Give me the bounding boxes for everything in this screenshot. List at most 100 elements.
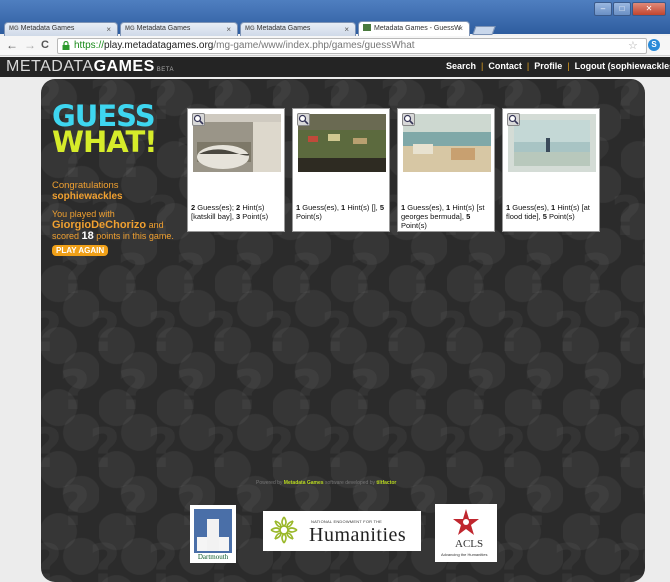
question-mark-decoration: ? xyxy=(41,533,62,582)
question-mark-decoration: ? xyxy=(523,475,554,538)
game-title: GUESS WHAT! xyxy=(52,99,157,159)
result-image[interactable] xyxy=(403,114,491,172)
username: sophiewackles xyxy=(52,191,123,202)
result-card: 1 Guess(es), 1 Hint(s) [st georges bermu… xyxy=(397,108,495,232)
result-card: 2 Guess(es); 2 Hint(s) [katskill bay], 3… xyxy=(187,108,285,232)
question-mark-decoration: ? xyxy=(639,127,645,190)
question-mark-decoration: ? xyxy=(41,301,62,364)
browser-tab[interactable]: MG Metadata Games × xyxy=(240,22,356,36)
question-mark-decoration: ? xyxy=(349,359,380,422)
question-mark-decoration: ? xyxy=(175,243,206,306)
close-icon[interactable]: × xyxy=(106,25,111,34)
question-mark-decoration: ? xyxy=(291,359,322,422)
question-mark-decoration: ? xyxy=(495,417,526,480)
question-mark-decoration: ? xyxy=(465,243,496,306)
close-icon[interactable]: × xyxy=(458,24,463,33)
metadata-games-link[interactable]: Metadata Games xyxy=(284,480,324,486)
browser-tabstrip: MG Metadata Games × MG Metadata Games × MG… xyxy=(0,0,670,36)
nav-search-link[interactable]: Search xyxy=(446,61,476,71)
dartmouth-logo[interactable]: Dartmouth xyxy=(190,505,236,563)
question-mark-decoration: ? xyxy=(495,533,526,582)
question-mark-decoration: ? xyxy=(611,185,642,248)
score-points: 18 xyxy=(81,230,94,242)
nav-contact-link[interactable]: Contact xyxy=(488,61,522,71)
result-caption: 1 Guess(es), 1 Hint(s) [st georges bermu… xyxy=(401,203,485,230)
question-mark-decoration: ? xyxy=(321,417,352,480)
acls-logo[interactable]: ACLS Advancing the Humanities xyxy=(435,504,497,562)
question-mark-decoration: ? xyxy=(117,359,148,422)
question-mark-decoration: ? xyxy=(523,359,554,422)
question-mark-decoration: ? xyxy=(639,475,645,538)
back-button[interactable]: ← xyxy=(6,38,18,52)
browser-tab-active[interactable]: Metadata Games - GuessW × xyxy=(358,21,470,36)
acls-star-icon xyxy=(453,509,479,535)
question-mark-decoration: ? xyxy=(59,359,90,422)
page-body: ????????????????????????????????????????… xyxy=(0,77,670,582)
forward-button[interactable]: → xyxy=(24,38,36,52)
address-bar[interactable]: https://play.metadatagames.org/mg-game/w… xyxy=(57,38,647,54)
question-mark-decoration: ? xyxy=(495,301,526,364)
question-mark-decoration: ? xyxy=(611,79,642,132)
result-card: 1 Guess(es), 1 Hint(s) [at flood tide], … xyxy=(502,108,600,232)
browser-tab[interactable]: MG Metadata Games × xyxy=(120,22,238,36)
powered-by-text: Powered by Metadata Games software devel… xyxy=(256,480,397,486)
question-mark-decoration: ? xyxy=(321,301,352,364)
question-mark-decoration: ? xyxy=(147,301,178,364)
close-icon[interactable]: × xyxy=(226,25,231,34)
question-mark-decoration: ? xyxy=(117,475,148,538)
question-mark-decoration: ? xyxy=(407,243,438,306)
reload-button[interactable]: C xyxy=(41,39,49,51)
game-panel: ????????????????????????????????????????… xyxy=(41,79,645,582)
new-tab-button[interactable] xyxy=(472,26,496,35)
zoom-icon[interactable] xyxy=(507,113,520,126)
zoom-icon[interactable] xyxy=(297,113,310,126)
opponent-name: GiorgioDeChorizo xyxy=(52,219,147,231)
result-caption: 2 Guess(es); 2 Hint(s) [katskill bay], 3… xyxy=(191,203,269,221)
tiltfactor-link[interactable]: tiltfactor xyxy=(376,480,396,486)
question-mark-decoration: ? xyxy=(233,359,264,422)
nav-logout-link[interactable]: Logout (sophiewackles xyxy=(575,61,670,71)
site-logo[interactable]: METADATAGAMES BETA xyxy=(6,58,174,76)
minimize-button[interactable]: – xyxy=(594,2,612,16)
play-again-button[interactable]: PLAY AGAIN xyxy=(52,245,109,256)
game-summary: You played with GiorgioDeChorizo and sco… xyxy=(52,209,174,242)
result-image[interactable] xyxy=(193,114,281,172)
question-mark-decoration: ? xyxy=(205,301,236,364)
window-controls: – □ ✕ xyxy=(594,2,666,16)
question-mark-decoration: ? xyxy=(407,359,438,422)
question-mark-decoration: ? xyxy=(59,475,90,538)
question-mark-decoration: ? xyxy=(611,301,642,364)
favicon-icon xyxy=(363,24,371,31)
question-mark-decoration: ? xyxy=(89,301,120,364)
result-image[interactable] xyxy=(298,114,386,172)
close-icon[interactable]: × xyxy=(344,25,349,34)
question-mark-decoration: ? xyxy=(263,301,294,364)
congratulations-text: Congratulations sophiewackles xyxy=(52,180,182,202)
question-mark-decoration: ? xyxy=(117,243,148,306)
result-image[interactable] xyxy=(508,114,596,172)
site-header: METADATAGAMES BETA Search | Contact | Profile… xyxy=(0,57,670,77)
question-mark-decoration: ? xyxy=(581,475,612,538)
question-mark-decoration: ? xyxy=(581,359,612,422)
question-mark-decoration: ? xyxy=(553,533,584,582)
zoom-icon[interactable] xyxy=(402,113,415,126)
browser-tab[interactable]: MG Metadata Games × xyxy=(4,22,118,36)
question-mark-decoration: ? xyxy=(175,359,206,422)
question-mark-decoration: ? xyxy=(379,417,410,480)
question-mark-decoration: ? xyxy=(553,301,584,364)
question-mark-decoration: ? xyxy=(553,417,584,480)
result-caption: 1 Guess(es), 1 Hint(s) [], 5 Point(s) xyxy=(296,203,384,221)
maximize-button[interactable]: □ xyxy=(613,2,631,16)
question-mark-decoration: ? xyxy=(205,417,236,480)
zoom-icon[interactable] xyxy=(192,113,205,126)
window-close-button[interactable]: ✕ xyxy=(632,2,666,16)
question-mark-decoration: ? xyxy=(611,417,642,480)
lock-icon xyxy=(62,41,70,50)
bookmark-star-icon[interactable]: ☆ xyxy=(628,39,638,52)
extension-icon[interactable]: S xyxy=(648,39,660,51)
nav-profile-link[interactable]: Profile xyxy=(534,61,562,71)
neh-sun-icon xyxy=(270,516,298,544)
question-mark-decoration: ? xyxy=(263,417,294,480)
question-mark-decoration: ? xyxy=(523,243,554,306)
neh-logo[interactable]: NATIONAL ENDOWMENT FOR THE Humanities xyxy=(263,511,421,551)
